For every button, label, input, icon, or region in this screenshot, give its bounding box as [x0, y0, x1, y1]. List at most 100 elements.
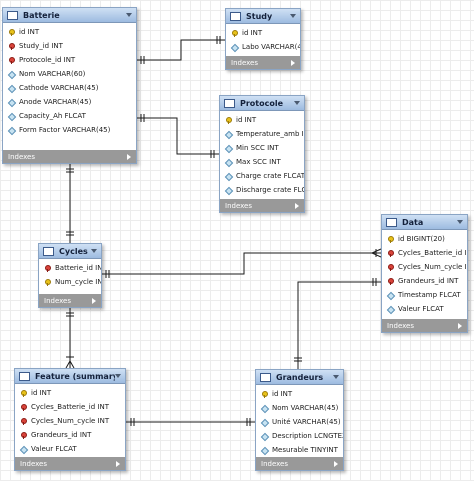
table-header[interactable]: Batterie — [3, 8, 136, 23]
table-column[interactable]: Protocole_id INT — [3, 53, 136, 67]
table-column[interactable]: Nom VARCHAR(60) — [3, 67, 136, 81]
indexes-section[interactable]: Indexes — [39, 294, 101, 307]
table-feature-summary[interactable]: Feature (summary) id INT Cycles_Batterie_… — [14, 368, 126, 471]
column-label: Protocole_id INT — [19, 56, 76, 64]
column-label: Form Factor VARCHAR(45) — [19, 126, 111, 134]
column-icon — [8, 127, 15, 134]
table-study[interactable]: Study id INT Labo VARCHAR(45) Indexes — [225, 8, 301, 70]
table-header[interactable]: Protocole — [220, 96, 304, 111]
column-label: id INT — [31, 389, 52, 397]
primary-key-icon — [44, 278, 51, 286]
indexes-section[interactable]: Indexes — [256, 457, 343, 470]
table-column[interactable]: Labo VARCHAR(45) — [226, 40, 300, 54]
table-column[interactable]: Valeur FLCAT — [382, 302, 467, 316]
table-column[interactable]: Num_cycle INT — [39, 275, 101, 289]
column-label: Cycles_Batterie_id INT — [398, 249, 467, 257]
foreign-key-icon — [20, 431, 27, 439]
table-column[interactable]: id INT — [3, 25, 136, 39]
column-list: id INT Temperature_amb INT Min SCC INT Max … — [220, 111, 304, 197]
table-column[interactable]: Grandeurs_id INT — [15, 428, 125, 442]
table-column[interactable]: Charge crate FLCAT — [220, 169, 304, 183]
indexes-label: Indexes — [20, 459, 48, 468]
collapse-arrow-icon[interactable] — [457, 220, 463, 224]
table-column[interactable]: Valeur FLCAT — [15, 442, 125, 456]
table-column[interactable]: Nom VARCHAR(45) — [256, 401, 343, 415]
table-column[interactable]: Max SCC INT — [220, 155, 304, 169]
table-column[interactable]: Cycles_Batterie_id INT — [382, 246, 467, 260]
expand-arrow-icon[interactable] — [295, 202, 299, 209]
relationship-data-grandeurs[interactable] — [297, 281, 381, 369]
collapse-arrow-icon[interactable] — [294, 101, 300, 105]
indexes-section[interactable]: Indexes — [220, 199, 304, 212]
table-column[interactable]: Cathode VARCHAR(45) — [3, 81, 136, 95]
table-column[interactable]: Mesurable TINYINT — [256, 443, 343, 457]
expand-arrow-icon[interactable] — [116, 460, 120, 467]
column-icon — [225, 145, 232, 152]
column-icon — [8, 99, 15, 106]
table-column[interactable]: Anode VARCHAR(45) — [3, 95, 136, 109]
relationship-batterie-study[interactable] — [137, 39, 225, 61]
table-column[interactable]: id INT — [15, 386, 125, 400]
table-column[interactable]: Min SCC INT — [220, 141, 304, 155]
foreign-key-icon — [387, 263, 394, 271]
expand-arrow-icon[interactable] — [458, 322, 462, 329]
collapse-arrow-icon[interactable] — [333, 375, 339, 379]
column-list: Batterie_id INT Num_cycle INT — [39, 259, 101, 289]
column-label: Unité VARCHAR(45) — [272, 418, 341, 426]
collapse-arrow-icon[interactable] — [290, 14, 296, 18]
table-column[interactable]: Capacity_Ah FLCAT — [3, 109, 136, 123]
table-column[interactable]: id INT — [256, 387, 343, 401]
collapse-arrow-icon[interactable] — [91, 249, 97, 253]
indexes-section[interactable]: Indexes — [3, 150, 136, 163]
column-label: Max SCC INT — [236, 158, 281, 166]
table-column[interactable]: Cycles_Num_cycle INT — [15, 414, 125, 428]
expand-arrow-icon[interactable] — [334, 460, 338, 467]
table-title: Data — [402, 217, 424, 227]
table-column[interactable]: Cycles_Num_cycle INT — [382, 260, 467, 274]
table-header[interactable]: Feature (summary) — [15, 369, 125, 384]
table-column[interactable]: Cycles_Batterie_id INT — [15, 400, 125, 414]
foreign-key-icon — [387, 249, 394, 257]
column-icon — [20, 446, 27, 453]
table-column[interactable]: Timestamp FLCAT — [382, 288, 467, 302]
table-header[interactable]: Grandeurs — [256, 370, 343, 385]
table-column[interactable]: Form Factor VARCHAR(45) — [3, 123, 136, 137]
indexes-section[interactable]: Indexes — [382, 319, 467, 332]
relationship-batterie-protocole[interactable] — [137, 117, 219, 155]
table-header[interactable]: Data — [382, 215, 467, 230]
table-column[interactable]: id BIGINT(20) — [382, 232, 467, 246]
table-title: Batterie — [23, 10, 60, 20]
indexes-section[interactable]: Indexes — [226, 56, 300, 69]
column-label: Cycles_Batterie_id INT — [31, 403, 109, 411]
table-header[interactable]: Cycles — [39, 244, 101, 259]
table-title: Protocole — [240, 98, 284, 108]
table-batterie[interactable]: Batterie id INT Study_id INT Protocole_id … — [2, 7, 137, 164]
collapse-arrow-icon[interactable] — [126, 13, 132, 17]
table-column[interactable]: id INT — [226, 26, 300, 40]
expand-arrow-icon[interactable] — [127, 153, 131, 160]
column-label: Valeur FLCAT — [398, 305, 444, 313]
table-cycles[interactable]: Cycles Batterie_id INT Num_cycle INT Inde… — [38, 243, 102, 308]
primary-key-icon — [8, 28, 15, 36]
table-column[interactable]: Unité VARCHAR(45) — [256, 415, 343, 429]
table-header[interactable]: Study — [226, 9, 300, 24]
table-grandeurs[interactable]: Grandeurs id INT Nom VARCHAR(45) Unité VAR… — [255, 369, 344, 471]
table-column[interactable]: Temperature_amb INT — [220, 127, 304, 141]
indexes-section[interactable]: Indexes — [15, 457, 125, 470]
table-column[interactable]: id INT — [220, 113, 304, 127]
column-label: Grandeurs_id INT — [31, 431, 92, 439]
table-protocole[interactable]: Protocole id INT Temperature_amb INT Min S… — [219, 95, 305, 213]
table-column[interactable]: Discharge crate FLCAT — [220, 183, 304, 197]
expand-arrow-icon[interactable] — [291, 59, 295, 66]
table-column[interactable]: Batterie_id INT — [39, 261, 101, 275]
table-icon — [230, 11, 241, 21]
table-data[interactable]: Data id BIGINT(20) Cycles_Batterie_id INT… — [381, 214, 468, 333]
table-column[interactable]: Description LCNGTEXT — [256, 429, 343, 443]
collapse-arrow-icon[interactable] — [115, 374, 121, 378]
relationship-cycles-data[interactable] — [102, 252, 381, 275]
expand-arrow-icon[interactable] — [92, 297, 96, 304]
table-title: Study — [246, 11, 273, 21]
table-column[interactable]: Grandeurs_id INT — [382, 274, 467, 288]
table-column[interactable]: Study_id INT — [3, 39, 136, 53]
column-icon — [8, 113, 15, 120]
